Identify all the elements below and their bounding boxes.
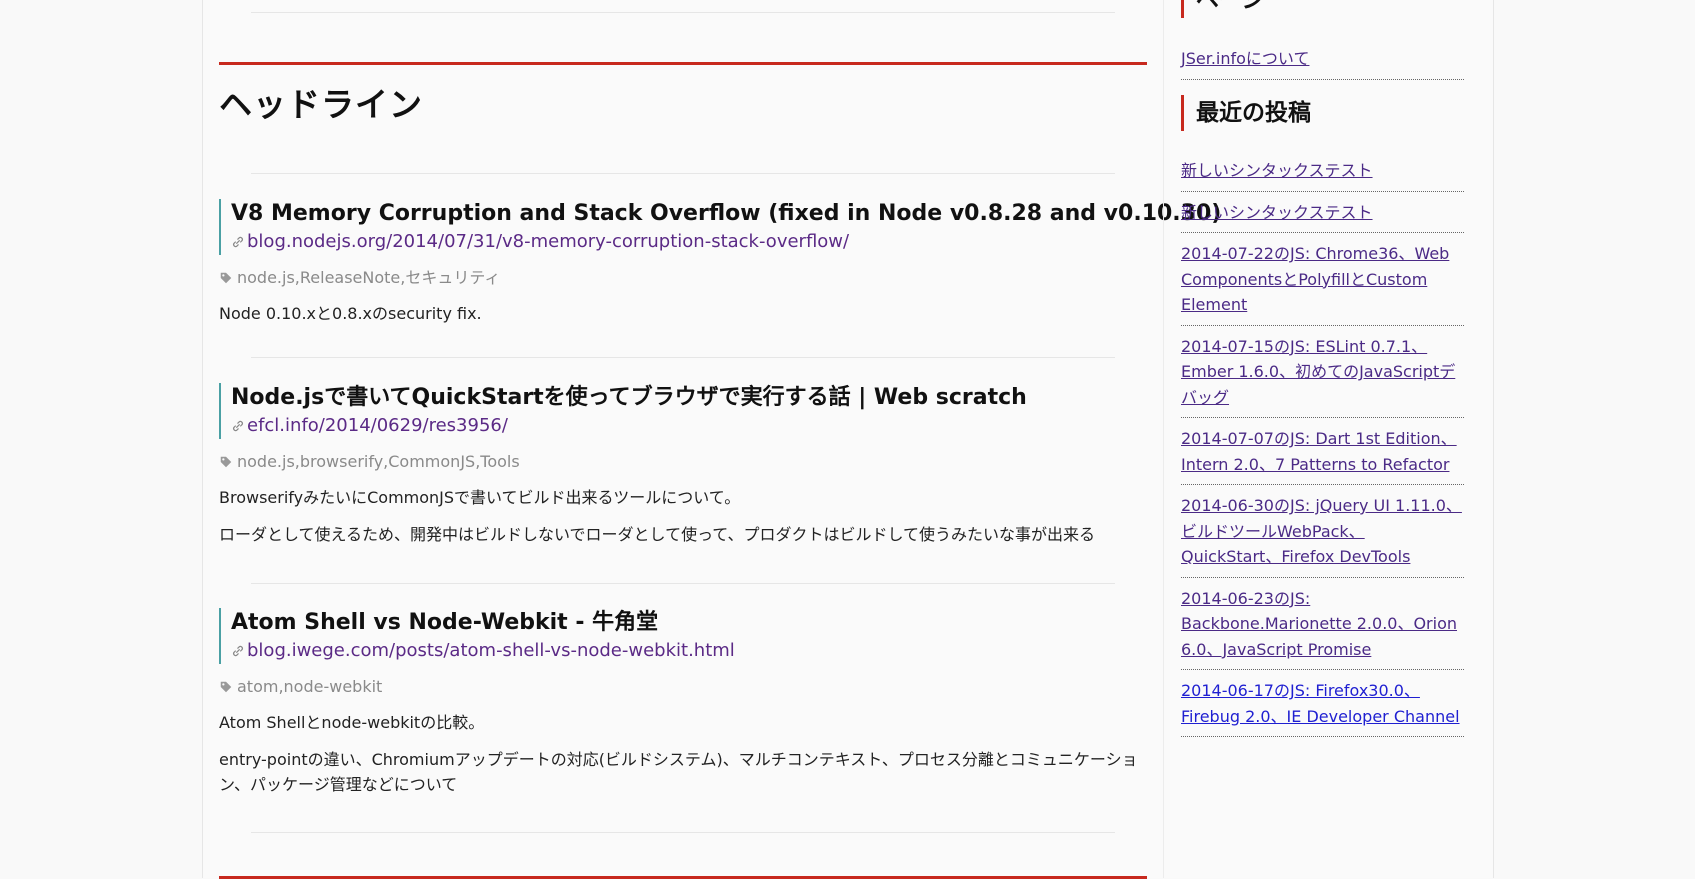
entry-description: entry-pointの違い、Chromiumアップデートの対応(ビルドシステム… <box>219 750 1138 794</box>
entry-title[interactable]: Node.jsで書いてQuickStartを使ってブラウザで実行する話 | We… <box>231 383 1147 413</box>
recent-post-link[interactable]: 新しいシンタックステスト <box>1181 161 1373 180</box>
recent-post-link[interactable]: 2014-07-22のJS: Chrome36、Web ComponentsとP… <box>1181 244 1449 314</box>
section-title-headline: ヘッドライン <box>219 85 423 124</box>
recent-post-item: 2014-06-17のJS: Firefox30.0、Firebug 2.0、I… <box>1181 670 1464 737</box>
divider <box>251 12 1115 13</box>
sidebar-recent-list: 新しいシンタックステスト 新しいシンタックステスト 2014-07-22のJS:… <box>1181 150 1464 737</box>
recent-post-link[interactable]: 2014-06-30のJS: jQuery UI 1.11.0、ビルドツールWe… <box>1181 496 1462 566</box>
entry-header: Atom Shell vs Node-Webkit - 牛角堂 blog.iwe… <box>219 608 1147 664</box>
entry-description: BrowserifyみたいにCommonJSで書いてビルド出来るツールについて。 <box>219 488 741 507</box>
entry-tags: atom,node-webkit <box>219 676 1147 698</box>
recent-post-link[interactable]: 新しいシンタックステスト <box>1181 203 1373 222</box>
tag-icon <box>220 272 232 284</box>
entry-url-row: blog.iwege.com/posts/atom-shell-vs-node-… <box>231 638 1147 664</box>
entry-tags-text: node.js,browserify,CommonJS,Tools <box>237 452 520 471</box>
entry-header: Node.jsで書いてQuickStartを使ってブラウザで実行する話 | We… <box>219 383 1147 439</box>
divider <box>251 583 1115 584</box>
recent-post-link[interactable]: 2014-07-15のJS: ESLint 0.7.1、Ember 1.6.0、… <box>1181 337 1455 407</box>
main-content: ヘッドライン V8 Memory Corruption and Stack Ov… <box>219 0 1221 879</box>
recent-post-item: 新しいシンタックステスト <box>1181 150 1464 192</box>
recent-post-link[interactable]: 2014-07-07のJS: Dart 1st Edition、Intern 2… <box>1181 429 1457 474</box>
recent-post-item: 2014-07-15のJS: ESLint 0.7.1、Ember 1.6.0、… <box>1181 326 1464 418</box>
link-icon <box>233 645 243 657</box>
recent-post-item: 2014-06-30のJS: jQuery UI 1.11.0、ビルドツールWe… <box>1181 485 1464 578</box>
divider <box>251 357 1115 358</box>
sidebar-heading-pages: ページ <box>1181 0 1265 18</box>
recent-post-item: 2014-06-23のJS: Backbone.Marionette 2.0.0… <box>1181 578 1464 670</box>
divider <box>251 173 1115 174</box>
sidebar-pages-list: JSer.infoについて <box>1181 38 1464 80</box>
entry-description: ローダとして使えるため、開発中はビルドしないでローダとして使って、プロダクトはビ… <box>219 525 1096 544</box>
page-container: ヘッドライン V8 Memory Corruption and Stack Ov… <box>202 0 1494 879</box>
headline-entry: V8 Memory Corruption and Stack Overflow … <box>219 199 1221 326</box>
entry-url-row: blog.nodejs.org/2014/07/31/v8-memory-cor… <box>231 229 1147 255</box>
section-divider <box>219 62 1147 65</box>
headline-entry: Atom Shell vs Node-Webkit - 牛角堂 blog.iwe… <box>219 608 1147 797</box>
sidebar-heading-recent: 最近の投稿 <box>1181 95 1311 131</box>
divider <box>251 832 1115 833</box>
sidebar-page-item: JSer.infoについて <box>1181 38 1464 80</box>
entry-title[interactable]: V8 Memory Corruption and Stack Overflow … <box>231 199 1221 229</box>
recent-post-item: 2014-07-22のJS: Chrome36、Web ComponentsとP… <box>1181 233 1464 326</box>
recent-post-link[interactable]: 2014-06-17のJS: Firefox30.0、Firebug 2.0、I… <box>1181 681 1460 726</box>
entry-tags-text: node.js,ReleaseNote,セキュリティ <box>237 268 501 287</box>
tag-icon <box>220 456 232 468</box>
sidebar-separator <box>1163 0 1164 878</box>
entry-title[interactable]: Atom Shell vs Node-Webkit - 牛角堂 <box>231 608 1147 638</box>
entry-url-link[interactable]: blog.nodejs.org/2014/07/31/v8-memory-cor… <box>247 229 849 255</box>
entry-header: V8 Memory Corruption and Stack Overflow … <box>219 199 1221 255</box>
entry-description: Node 0.10.xと0.8.xのsecurity fix. <box>219 304 482 323</box>
entry-tags-text: atom,node-webkit <box>237 677 383 696</box>
entry-description: Atom Shellとnode-webkitの比較。 <box>219 713 485 732</box>
link-icon <box>233 420 243 432</box>
link-icon <box>233 236 243 248</box>
tag-icon <box>220 681 232 693</box>
sidebar-page-link[interactable]: JSer.infoについて <box>1181 49 1309 68</box>
entry-tags: node.js,browserify,CommonJS,Tools <box>219 451 1147 473</box>
headline-entry: Node.jsで書いてQuickStartを使ってブラウザで実行する話 | We… <box>219 383 1147 547</box>
recent-post-link[interactable]: 2014-06-23のJS: Backbone.Marionette 2.0.0… <box>1181 589 1457 659</box>
entry-tags: node.js,ReleaseNote,セキュリティ <box>219 267 1147 289</box>
entry-url-row: efcl.info/2014/0629/res3956/ <box>231 413 1147 439</box>
entry-url-link[interactable]: blog.iwege.com/posts/atom-shell-vs-node-… <box>247 638 735 664</box>
recent-post-item: 新しいシンタックステスト <box>1181 192 1464 233</box>
entry-url-link[interactable]: efcl.info/2014/0629/res3956/ <box>247 413 508 439</box>
recent-post-item: 2014-07-07のJS: Dart 1st Edition、Intern 2… <box>1181 418 1464 485</box>
